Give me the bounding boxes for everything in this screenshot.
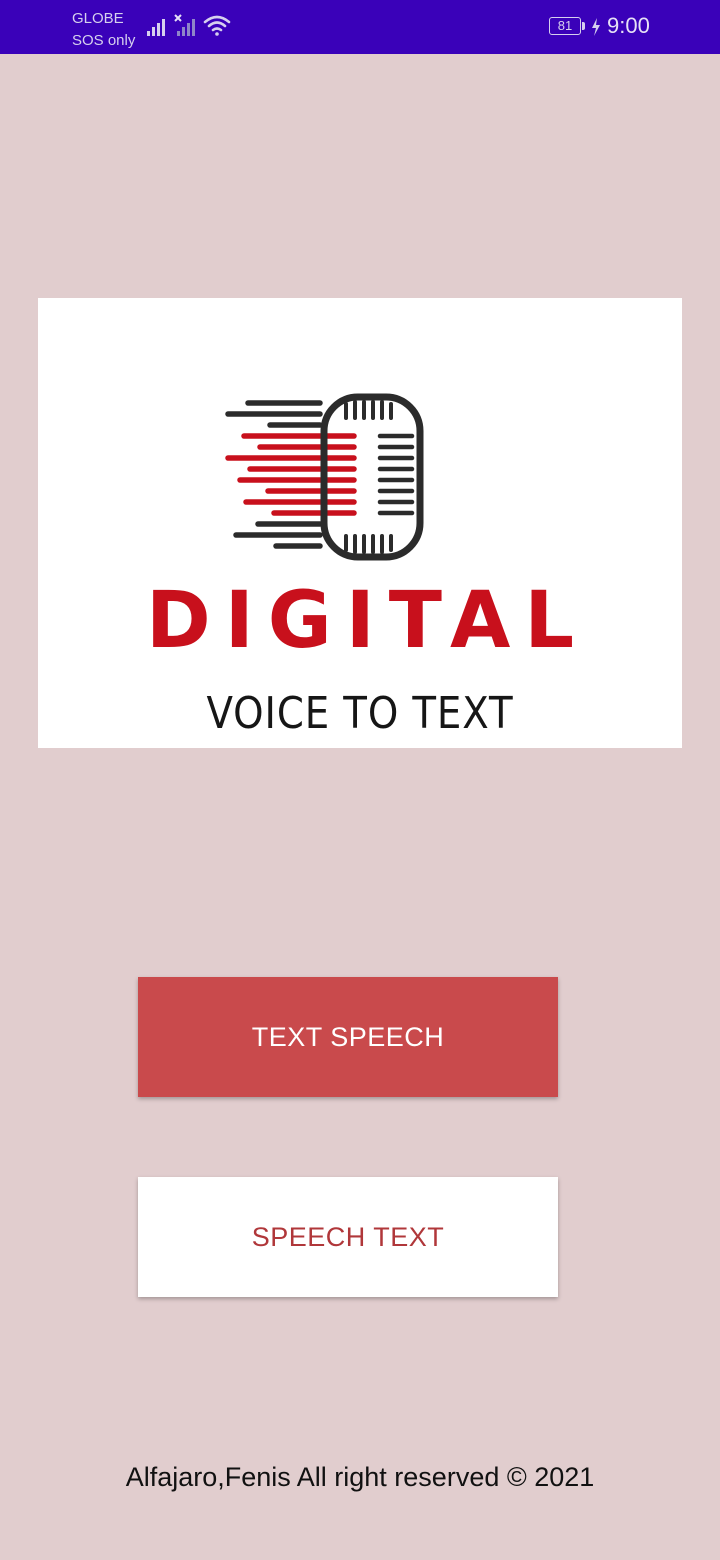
logo-card: DIGITAL VOICE TO TEXT: [38, 298, 682, 748]
signal-bars-icon: [147, 19, 165, 36]
brand-subtitle: VOICE TO TEXT: [206, 688, 514, 739]
carrier-status: SOS only: [72, 32, 136, 49]
battery-level: 81: [557, 18, 573, 33]
carrier-name: GLOBE: [72, 10, 124, 27]
brand-title: DIGITAL: [145, 576, 589, 666]
battery-tip: [582, 22, 585, 30]
text-speech-button[interactable]: TEXT SPEECH: [138, 977, 558, 1097]
status-time: 9:00: [607, 13, 650, 38]
carrier-info: GLOBE SOS only: [72, 8, 135, 52]
copyright-footer: Alfajaro,Fenis All right reserved © 2021: [125, 1462, 595, 1492]
microphone-logo-icon: [225, 393, 424, 561]
signal-bars-no-service-icon: [174, 14, 195, 36]
battery-icon: 81: [549, 17, 581, 35]
charging-bolt-icon: [592, 18, 600, 36]
speech-text-button[interactable]: SPEECH TEXT: [138, 1177, 558, 1297]
status-bar: GLOBE SOS only 81 9:00: [0, 0, 720, 54]
wifi-icon: [203, 15, 231, 36]
signal-status-icons: [147, 14, 231, 36]
